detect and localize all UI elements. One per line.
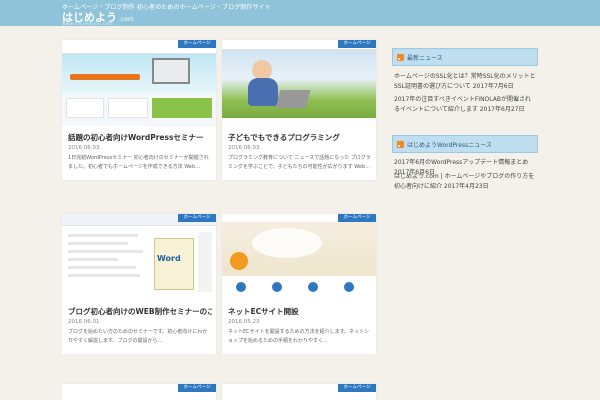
post-date: 2016.06.01 <box>68 319 100 325</box>
post-date: 2016.06.03 <box>228 145 260 151</box>
post-thumbnail[interactable]: ホームページ <box>222 214 376 300</box>
category-badge[interactable]: ホームページ <box>338 384 376 392</box>
post-card[interactable]: ホームページ ネットECサイト開設 2016.05.23 ネットECサイトを開設… <box>222 214 376 354</box>
post-card[interactable]: ホームページ <box>62 384 216 400</box>
post-card[interactable]: ホームページ <box>222 384 376 400</box>
post-title[interactable]: ブログ初心者向けのWEB制作セミナーのご案内です <box>68 306 212 317</box>
rss-icon[interactable] <box>397 141 404 148</box>
category-badge[interactable]: ホームページ <box>178 384 216 392</box>
post-title[interactable]: ネットECサイト開設 <box>228 306 372 317</box>
widget-title: はじめようWordPressニュース <box>407 142 492 149</box>
widget-header-wordpress: はじめようWordPressニュース <box>392 135 538 153</box>
post-card[interactable]: ホームページ 話題の初心者向けWordPressセミナー 2016.06.03 … <box>62 40 216 180</box>
post-thumbnail[interactable]: ホームページ <box>62 40 216 126</box>
category-badge[interactable]: ホームページ <box>178 214 216 222</box>
site-logo-suffix: .com <box>119 16 134 23</box>
site-logo-url: www.hajimeyou.com <box>62 21 114 26</box>
post-excerpt: ブログを始めたい方のためのセミナーです。初心者向けにわかりやすく解説します。ブロ… <box>68 329 208 344</box>
post-card[interactable]: Word ホームページ ブログ初心者向けのWEB制作セミナーのご案内です 201… <box>62 214 216 354</box>
post-date: 2016.06.03 <box>68 145 100 151</box>
post-thumbnail[interactable]: ホームページ <box>222 40 376 126</box>
post-card[interactable]: ホームページ 子どもでもできるプログラミング 2016.06.03 プログラミン… <box>222 40 376 180</box>
widget-link[interactable]: ホームページのSSL化とは？常時SSL化のメリットとSSL証明書の選び方について… <box>394 72 536 92</box>
post-excerpt: 1日完結WordPressセミナー 初心者向けのセミナーが開催されました。初心者… <box>68 155 209 170</box>
post-excerpt: プログラミング教育について ニュースで話題になった プログラミングを学ぶことで、… <box>228 155 371 170</box>
category-badge[interactable]: ホームページ <box>178 40 216 48</box>
rss-icon[interactable] <box>397 54 404 61</box>
post-title[interactable]: 話題の初心者向けWordPressセミナー <box>68 132 212 143</box>
category-badge[interactable]: ホームページ <box>338 214 376 222</box>
widget-link[interactable]: はじめよう.com | ホームページやブログの作り方を初心者向けに紹介 2017… <box>394 172 536 192</box>
post-title[interactable]: 子どもでもできるプログラミング <box>228 132 372 143</box>
widget-link[interactable]: 2017年の注目すべきイベントFINOLABが開催されるイベントについて紹介しま… <box>394 95 536 115</box>
widget-header-news: 最新ニュース <box>392 48 538 66</box>
post-excerpt: ネットECサイトを開設するための方法を紹介します。ネットショップを始めるための手… <box>228 329 370 344</box>
post-thumbnail[interactable]: Word ホームページ <box>62 214 216 300</box>
post-date: 2016.05.23 <box>228 319 260 325</box>
site-header: ホームページ・ブログ制作 初心者のためのホームページ・ブログ制作サイト はじめよ… <box>0 0 600 26</box>
widget-title: 最新ニュース <box>407 55 443 62</box>
category-badge[interactable]: ホームページ <box>338 40 376 48</box>
